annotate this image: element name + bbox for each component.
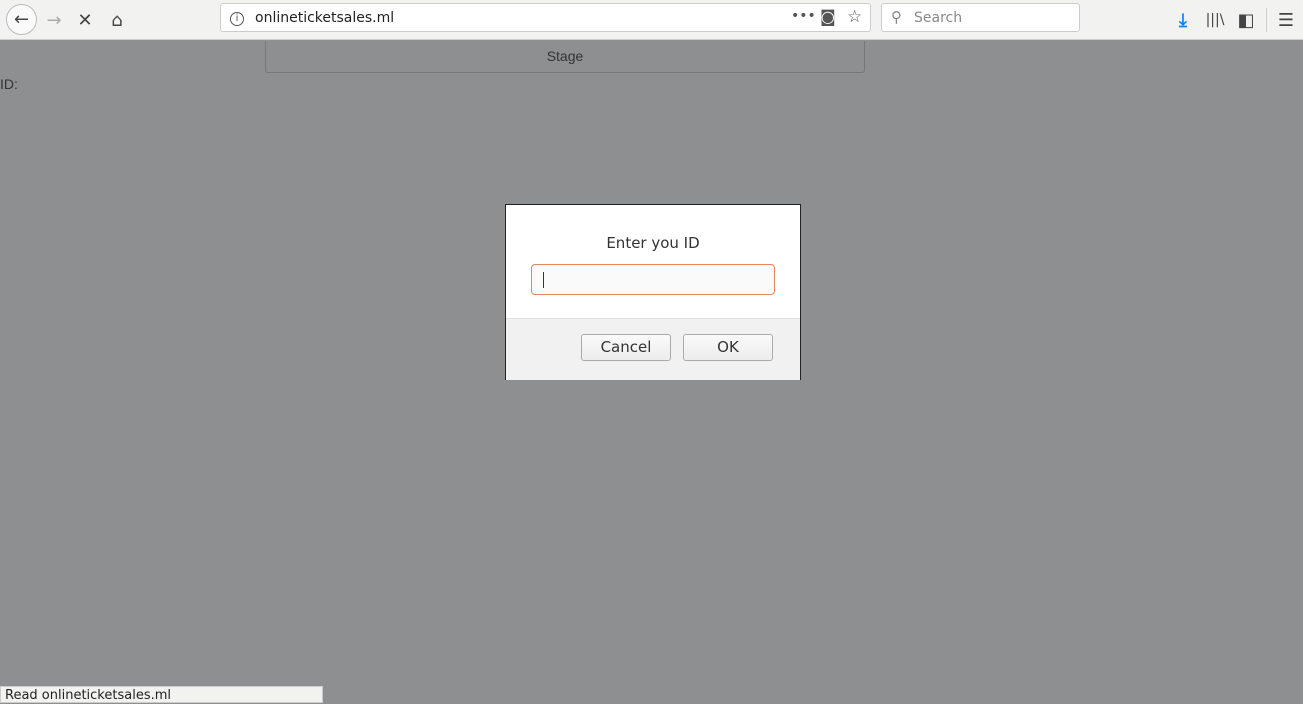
search-icon: ⚲ xyxy=(891,8,902,26)
search-input[interactable]: ⚲ Search xyxy=(881,3,1080,32)
arrow-left-icon: ← xyxy=(13,9,30,30)
url-text: onlineticketsales.ml xyxy=(255,10,395,26)
menu-button[interactable]: ☰ xyxy=(1272,6,1300,34)
url-bar[interactable]: i onlineticketsales.ml ••• ◙ ☆ xyxy=(220,3,871,32)
library-icon: |||\ xyxy=(1205,12,1225,28)
pocket-icon[interactable]: ◙ xyxy=(820,7,836,26)
home-button[interactable]: ⌂ xyxy=(103,6,131,34)
stage-button[interactable]: Stage xyxy=(265,41,865,73)
library-button[interactable]: |||\ xyxy=(1201,6,1229,34)
close-icon: ✕ xyxy=(77,9,93,31)
arrow-right-icon: → xyxy=(46,9,62,31)
prompt-dialog: Enter you ID Cancel OK xyxy=(505,204,801,380)
id-label: ID: xyxy=(0,76,18,92)
forward-button[interactable]: → xyxy=(40,6,68,34)
dialog-message: Enter you ID xyxy=(606,234,700,252)
text-caret xyxy=(543,272,544,288)
search-placeholder: Search xyxy=(914,10,963,26)
sidebar-icon: ◧ xyxy=(1237,9,1255,31)
download-icon: ⤓ xyxy=(1179,9,1187,31)
back-button[interactable]: ← xyxy=(6,4,37,35)
info-icon[interactable]: i xyxy=(230,12,244,26)
bookmark-star-icon[interactable]: ☆ xyxy=(847,7,862,27)
more-actions-icon[interactable]: ••• xyxy=(791,8,816,24)
stop-button[interactable]: ✕ xyxy=(71,6,99,34)
toolbar-divider xyxy=(1266,8,1267,32)
sidebar-button[interactable]: ◧ xyxy=(1232,6,1260,34)
browser-toolbar: ← → ✕ ⌂ i onlineticketsales.ml ••• ◙ ☆ ⚲… xyxy=(0,0,1303,40)
downloads-button[interactable]: ⤓ xyxy=(1169,6,1197,34)
hamburger-icon: ☰ xyxy=(1277,9,1295,31)
home-icon: ⌂ xyxy=(111,9,123,31)
cancel-button[interactable]: Cancel xyxy=(581,334,671,361)
id-input[interactable] xyxy=(531,264,775,295)
dialog-footer: Cancel OK xyxy=(506,318,800,380)
status-bar: Read onlineticketsales.ml xyxy=(0,686,323,703)
ok-button[interactable]: OK xyxy=(683,334,773,361)
